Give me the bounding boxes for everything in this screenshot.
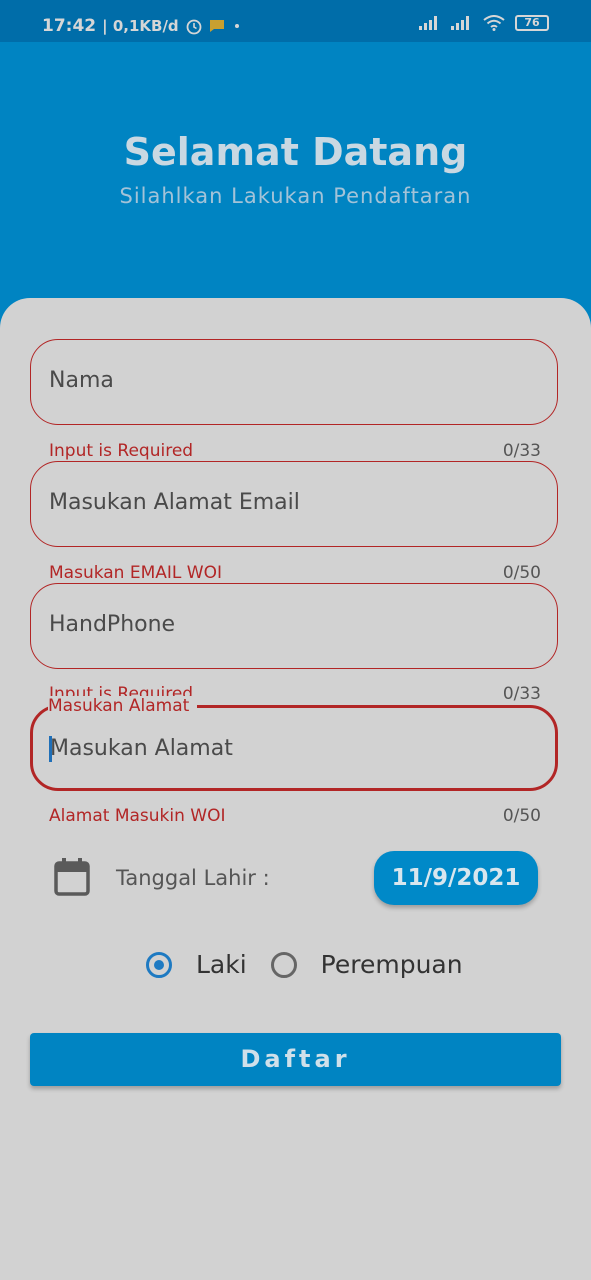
radio-laki[interactable]: [146, 951, 172, 978]
status-bar: 17:42 | 0,1KB/d 76: [0, 0, 591, 42]
page-title: Selamat Datang: [123, 130, 468, 174]
alarm-icon: [186, 19, 202, 35]
signal-icon: [419, 16, 437, 30]
wifi-icon: [483, 15, 505, 31]
phone-field[interactable]: HandPhone: [30, 583, 558, 669]
signal-icon: [451, 16, 469, 30]
radio-laki-label[interactable]: Laki: [196, 950, 247, 979]
email-helper-text: Masukan EMAIL WOI: [49, 563, 222, 583]
nama-field[interactable]: Nama: [30, 339, 558, 425]
email-placeholder: Masukan Alamat Email: [49, 490, 300, 515]
alamat-helper-text: Alamat Masukin WOI: [49, 806, 226, 826]
date-picker-button[interactable]: 11/9/2021: [374, 851, 538, 905]
phone-placeholder: HandPhone: [49, 612, 176, 637]
page-subtitle: Silahlkan Lakukan Pendaftaran: [119, 184, 472, 208]
phone-counter: 0/33: [502, 684, 541, 704]
daftar-button[interactable]: Daftar: [30, 1033, 561, 1086]
message-icon: [209, 20, 224, 32]
radio-perempuan-label[interactable]: Perempuan: [321, 950, 463, 979]
status-speed: | 0,1KB/d: [102, 17, 179, 35]
nama-helper-text: Input is Required: [49, 441, 194, 461]
calendar-icon[interactable]: [54, 858, 90, 896]
email-counter: 0/50: [502, 563, 541, 583]
battery-icon: 76: [515, 15, 549, 31]
tanggal-lahir-label: Tanggal Lahir :: [116, 866, 270, 890]
dot-icon: [234, 24, 239, 28]
alamat-floating-label: Masukan Alamat: [48, 696, 198, 716]
alamat-field[interactable]: Masukan Alamat: [30, 705, 558, 791]
battery-level: 76: [524, 16, 540, 29]
nama-counter: 0/33: [502, 441, 541, 461]
nama-placeholder: Nama: [49, 368, 114, 393]
alamat-counter: 0/50: [502, 806, 541, 826]
gender-radio-group: Laki Perempuan: [146, 950, 487, 979]
alamat-placeholder: Masukan Alamat: [50, 736, 233, 761]
radio-perempuan[interactable]: [270, 951, 297, 978]
status-time: 17:42: [42, 16, 97, 36]
email-field[interactable]: Masukan Alamat Email: [30, 461, 558, 547]
